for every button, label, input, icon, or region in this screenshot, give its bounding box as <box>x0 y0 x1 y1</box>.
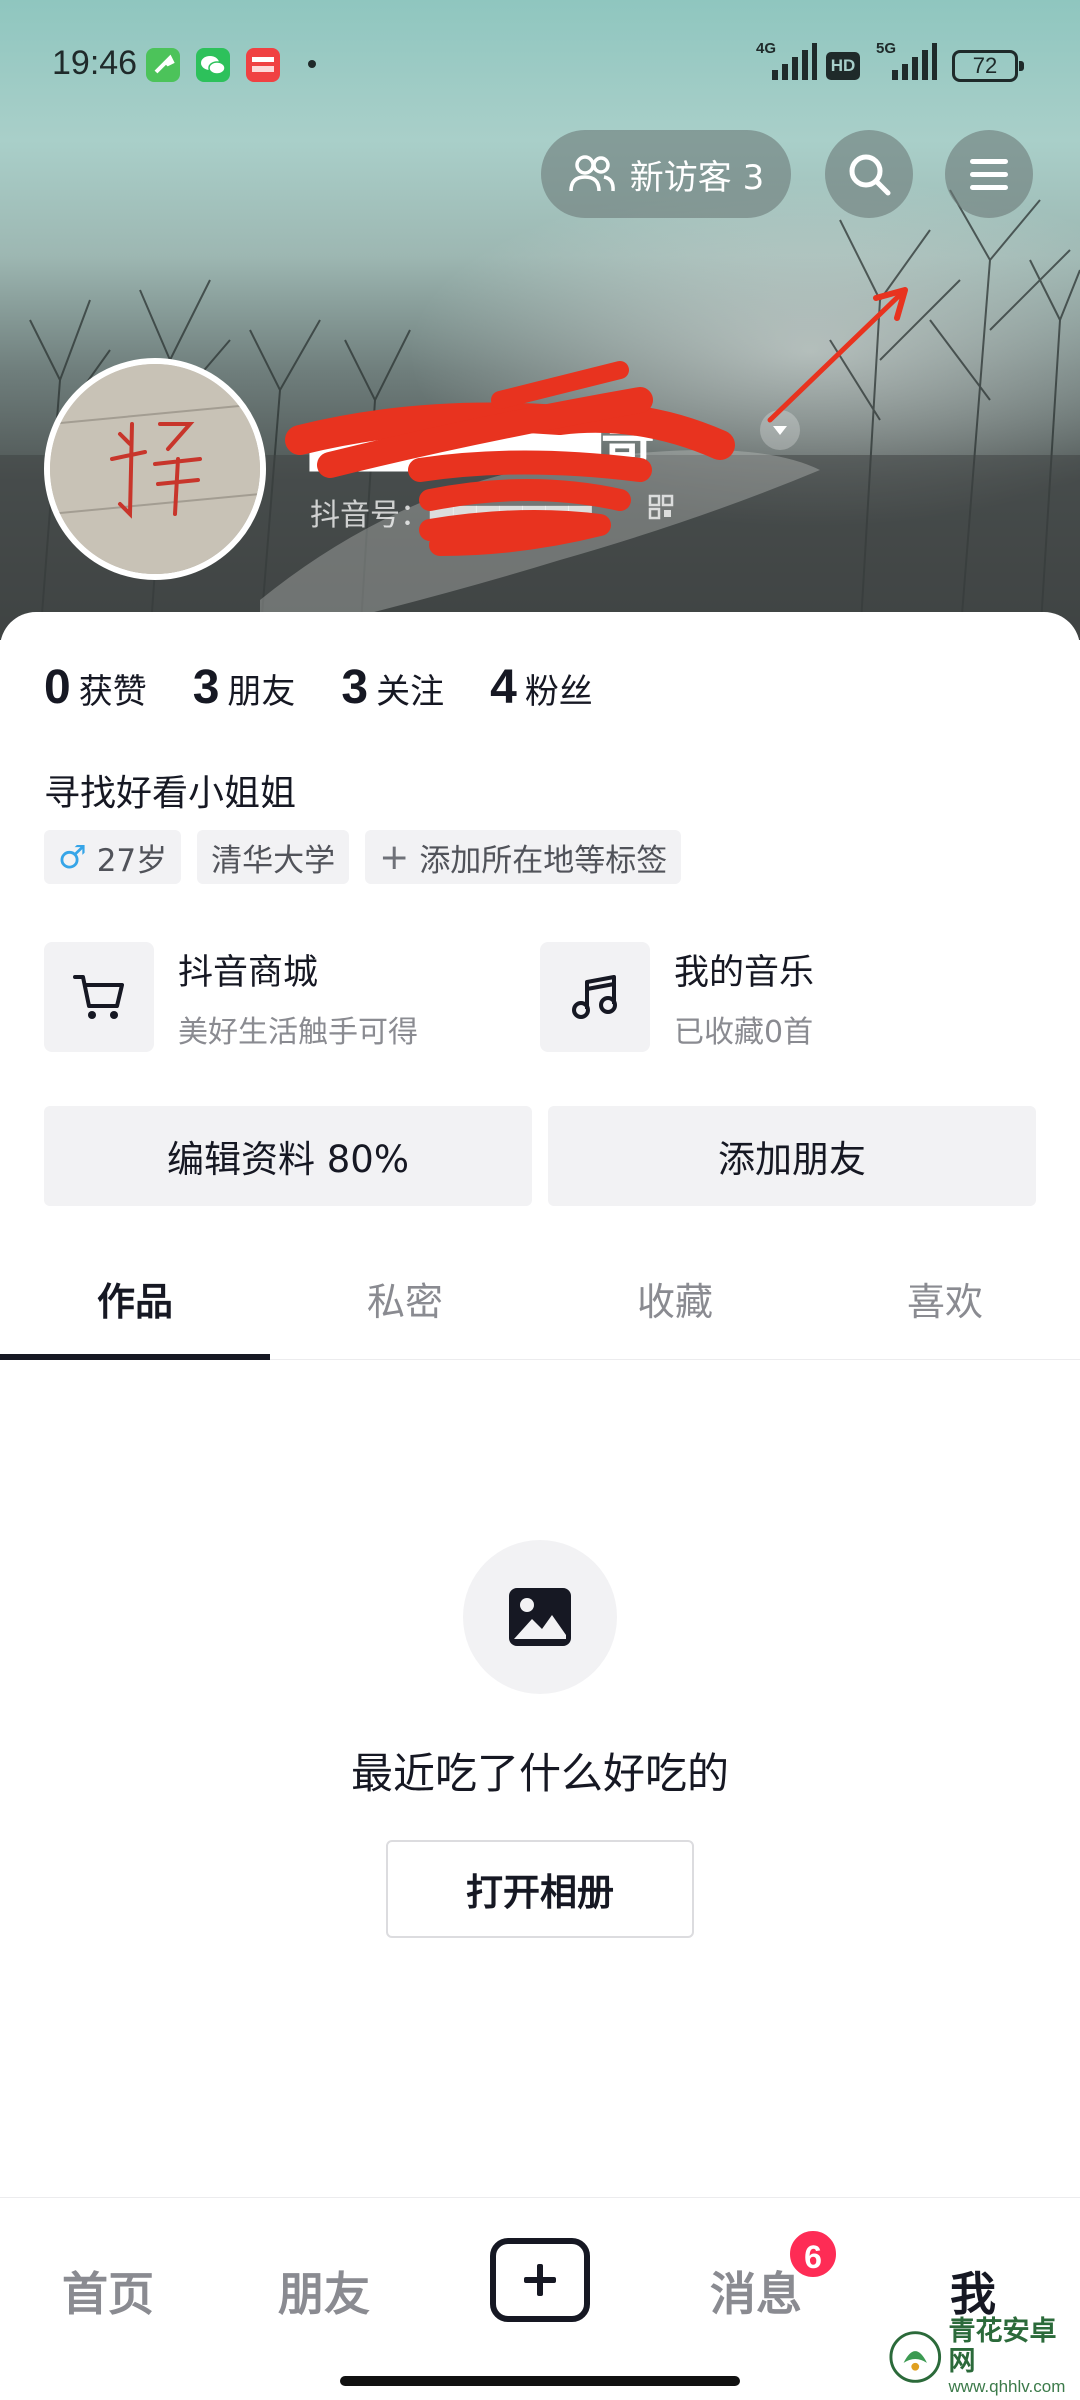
edit-profile-button[interactable]: 编辑资料 80% <box>44 1106 532 1206</box>
douyin-id: 抖音号：▆▆▆▆▆▆▆ <box>310 498 592 533</box>
tag-age-label: 27岁 <box>96 842 168 879</box>
wrench-app-icon <box>146 48 180 82</box>
music-icon-box <box>540 942 650 1052</box>
profile-tags: ♂ 27岁 清华大学 + 添加所在地等标签 <box>44 830 697 884</box>
site-watermark: 青花安卓网 www.qhhlv.com <box>888 2317 1080 2396</box>
visitors-icon <box>569 155 615 192</box>
stat-following-count: 3 <box>341 661 369 714</box>
tab-works[interactable]: 作品 <box>0 1252 270 1360</box>
nav-home[interactable]: 首页 <box>28 2258 188 2324</box>
home-indicator[interactable] <box>340 2376 740 2386</box>
content-tabs: 作品 私密 收藏 喜欢 <box>0 1252 1080 1360</box>
plus-icon: + <box>379 836 410 878</box>
mall-title: 抖音商城 <box>178 952 319 993</box>
caret-down-icon <box>773 426 787 435</box>
profile-name: ▆▆▆▆▆▆▆哥 <box>310 408 655 471</box>
new-visitors-button[interactable]: 新访客 3 <box>541 130 791 218</box>
stat-fans-count: 4 <box>490 661 517 714</box>
nav-friends[interactable]: 朋友 <box>244 2258 404 2324</box>
stat-following-label: 关注 <box>376 672 445 712</box>
plus-icon <box>524 2264 556 2296</box>
qr-code-icon[interactable] <box>648 494 674 520</box>
account-switch-button[interactable] <box>760 410 800 450</box>
add-tag-button[interactable]: + 添加所在地等标签 <box>365 830 682 884</box>
open-album-button[interactable]: 打开相册 <box>386 1840 694 1938</box>
new-visitors-label: 新访客 3 <box>629 157 765 198</box>
mall-subtitle: 美好生活触手可得 <box>178 1014 418 1050</box>
search-button[interactable] <box>825 130 913 218</box>
empty-state-text: 最近吃了什么好吃的 <box>350 1749 729 1798</box>
status-bar: 19:46 4G HD 5G 72 <box>0 0 1080 130</box>
stat-friends-label: 朋友 <box>227 672 296 712</box>
music-title: 我的音乐 <box>674 952 815 993</box>
tab-favorites[interactable]: 收藏 <box>540 1252 810 1359</box>
tag-school: 清华大学 <box>197 830 350 884</box>
empty-state-icon-circle <box>463 1540 617 1694</box>
nav-me[interactable]: 我 <box>893 2258 1053 2324</box>
add-tag-label: 添加所在地等标签 <box>419 842 668 879</box>
avatar[interactable] <box>44 358 266 580</box>
search-icon <box>849 154 891 196</box>
hamburger-menu-icon <box>970 159 1008 190</box>
my-music-entry[interactable]: 我的音乐 已收藏0首 <box>540 942 814 1052</box>
watermark-name: 青花安卓网 <box>948 2316 1057 2377</box>
music-subtitle: 已收藏0首 <box>674 1014 814 1050</box>
create-post-button[interactable] <box>490 2238 590 2322</box>
shopping-cart-icon <box>73 975 124 1019</box>
profile-bio: 寻找好看小姐姐 <box>44 773 297 814</box>
messages-badge: 6 <box>787 2228 839 2280</box>
add-friend-button[interactable]: 添加朋友 <box>548 1106 1036 1206</box>
signal-bars-icon <box>772 43 817 80</box>
signal-bars-icon-2 <box>892 43 937 80</box>
music-note-icon <box>572 975 617 1019</box>
tab-likes[interactable]: 喜欢 <box>810 1252 1080 1359</box>
stat-likes[interactable]: 0 获赞 <box>44 660 147 715</box>
battery-indicator: 72 <box>952 50 1024 82</box>
stat-friends-count: 3 <box>192 661 220 714</box>
status-time: 19:46 <box>52 44 138 82</box>
stat-fans-label: 粉丝 <box>524 672 593 712</box>
profile-sheet: 0 获赞 3 朋友 3 关注 4 粉丝 寻找好看小姐姐 ♂ 27岁 清华大学 +… <box>0 612 1080 2197</box>
tag-school-label: 清华大学 <box>211 842 336 879</box>
douyin-mall-entry[interactable]: 抖音商城 美好生活触手可得 <box>44 942 418 1052</box>
stat-likes-label: 获赞 <box>78 672 147 712</box>
image-icon <box>509 1588 571 1646</box>
stat-likes-count: 0 <box>44 661 71 714</box>
toutiao-app-icon <box>246 48 280 82</box>
tab-private[interactable]: 私密 <box>270 1252 540 1359</box>
wechat-app-icon <box>196 48 230 82</box>
stat-following[interactable]: 3 关注 <box>341 660 444 715</box>
watermark-url: www.qhhlv.com <box>948 2377 1066 2396</box>
tag-gender-age: ♂ 27岁 <box>44 830 182 884</box>
avatar-image <box>50 364 260 574</box>
stat-fans[interactable]: 4 粉丝 <box>490 660 593 715</box>
hd-voice-badge: HD <box>826 52 860 80</box>
cart-icon-box <box>44 942 154 1052</box>
male-icon: ♂ <box>58 838 87 876</box>
stat-friends[interactable]: 3 朋友 <box>193 660 296 715</box>
status-more-dot <box>308 60 316 68</box>
watermark-logo-icon <box>889 2331 942 2383</box>
profile-cover: 19:46 4G HD 5G 72 新访客 3 ▆▆▆▆▆▆▆哥 抖音号：▆▆▆… <box>0 0 1080 640</box>
menu-button[interactable] <box>945 130 1033 218</box>
profile-stats: 0 获赞 3 朋友 3 关注 4 粉丝 <box>44 660 639 715</box>
